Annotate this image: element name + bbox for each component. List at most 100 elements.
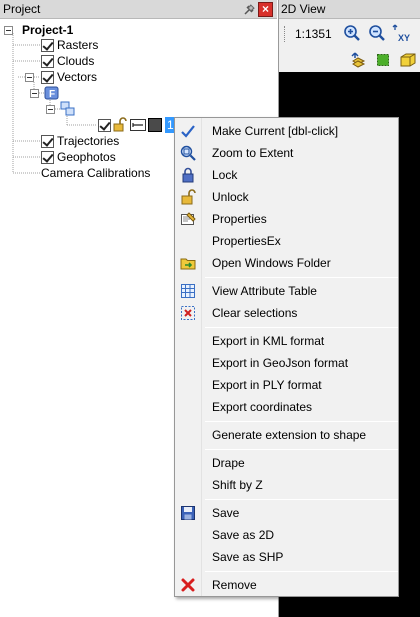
menu-item-view-attribute-table[interactable]: View Attribute Table: [177, 280, 398, 302]
save-icon: [180, 505, 196, 521]
clouds-label[interactable]: Clouds: [57, 53, 94, 69]
layer-up-icon[interactable]: [348, 50, 368, 70]
zoom-out-icon[interactable]: [367, 23, 387, 43]
tree-item-clouds[interactable]: Clouds: [41, 53, 94, 69]
menu-item-label: Export in KML format: [212, 334, 325, 348]
yellow-box-icon[interactable]: [398, 50, 418, 70]
layer-color-swatch[interactable]: [148, 118, 162, 132]
menu-item-label: Open Windows Folder: [212, 256, 331, 270]
menu-item-label: Save: [212, 506, 240, 520]
menu-item-label: Remove: [212, 578, 257, 592]
project-panel-header: Project ×: [0, 0, 277, 19]
menu-item-export-geojson[interactable]: Export in GeoJson format: [177, 352, 398, 374]
rasters-checkbox[interactable]: [41, 38, 54, 52]
trajectories-label[interactable]: Trajectories: [57, 133, 119, 149]
close-icon[interactable]: ×: [258, 2, 273, 17]
vectors-label[interactable]: Vectors: [57, 69, 97, 85]
menu-item-properties[interactable]: Properties: [177, 208, 398, 230]
tree-item-selected-layer[interactable]: 1: [98, 117, 183, 133]
menu-item-export-ply[interactable]: Export in PLY format: [177, 374, 398, 396]
menu-item-save[interactable]: Save: [177, 502, 398, 524]
menu-item-shift-by-z[interactable]: Shift by Z: [177, 474, 398, 496]
menu-item-zoom-to-extent[interactable]: Zoom to Extent: [177, 142, 398, 164]
menu-separator: [205, 449, 398, 450]
tree-item-trajectories[interactable]: Trajectories: [41, 133, 119, 149]
menu-item-properties-ex[interactable]: PropertiesEx: [177, 230, 398, 252]
toolbar-grip: [284, 26, 286, 42]
menu-item-open-windows-folder[interactable]: Open Windows Folder: [177, 252, 398, 274]
scale-readout: 1:1351: [295, 27, 332, 41]
line-layer-icon: [130, 117, 146, 133]
menu-separator: [205, 277, 398, 278]
svg-text:F: F: [49, 89, 55, 100]
view-toolbar-top: 1:1351 XY: [279, 20, 420, 47]
menu-item-label: Properties: [212, 212, 267, 226]
menu-item-label: Export in PLY format: [212, 378, 322, 392]
menu-item-label: Drape: [212, 456, 245, 470]
zoom-in-icon[interactable]: [342, 23, 362, 43]
tree-item-vectors[interactable]: Vectors: [25, 69, 97, 85]
collapse-folder-toggle[interactable]: [30, 88, 39, 98]
menu-item-drape[interactable]: Drape: [177, 452, 398, 474]
rasters-label[interactable]: Rasters: [57, 37, 98, 53]
menu-item-remove[interactable]: Remove: [177, 574, 398, 596]
menu-item-label: PropertiesEx: [212, 234, 281, 248]
menu-item-unlock[interactable]: Unlock: [177, 186, 398, 208]
view-toolbar-bottom: [279, 48, 420, 72]
layer-checkbox[interactable]: [98, 118, 111, 132]
view-2d-header: 2D View: [279, 0, 420, 19]
vector-folder-icon: F: [44, 85, 60, 101]
unlock-icon: [112, 117, 128, 133]
collapse-vectors-toggle[interactable]: [25, 72, 34, 82]
tree-item-geophotos[interactable]: Geophotos: [41, 149, 116, 165]
lock-icon: [180, 167, 196, 183]
view-2d-title: 2D View: [281, 2, 326, 16]
menu-item-label: View Attribute Table: [212, 284, 317, 298]
menu-separator: [205, 421, 398, 422]
menu-item-label: Export in GeoJson format: [212, 356, 349, 370]
tree-item-layer-group[interactable]: [46, 101, 76, 117]
vectors-checkbox[interactable]: [41, 70, 54, 84]
properties-icon: [180, 211, 196, 227]
remove-icon: [180, 577, 196, 593]
tree-root-label[interactable]: Project-1: [22, 22, 73, 38]
clouds-checkbox[interactable]: [41, 54, 54, 68]
layer-group-icon: [60, 101, 76, 117]
project-panel-title: Project: [3, 2, 41, 16]
clear-selection-icon: [180, 305, 196, 321]
menu-item-generate-extension[interactable]: Generate extension to shape: [177, 424, 398, 446]
menu-item-make-current[interactable]: Make Current [dbl-click]: [177, 120, 398, 142]
menu-item-clear-selections[interactable]: Clear selections: [177, 302, 398, 324]
xy-icon[interactable]: XY: [392, 23, 412, 43]
camera-calibrations-label[interactable]: Camera Calibrations: [41, 165, 150, 181]
checkmark-icon: [180, 123, 196, 139]
table-icon: [180, 283, 196, 299]
green-square-icon[interactable]: [373, 50, 393, 70]
trajectories-checkbox[interactable]: [41, 134, 54, 148]
menu-separator: [205, 499, 398, 500]
menu-item-lock[interactable]: Lock: [177, 164, 398, 186]
layer-context-menu: Make Current [dbl-click] Zoom to Extent …: [174, 117, 399, 597]
collapse-root-toggle[interactable]: [4, 25, 13, 35]
zoom-extent-icon: [180, 145, 196, 161]
menu-item-export-coordinates[interactable]: Export coordinates: [177, 396, 398, 418]
menu-item-save-as-shp[interactable]: Save as SHP: [177, 546, 398, 568]
tree-item-rasters[interactable]: Rasters: [41, 37, 98, 53]
menu-item-label: Make Current [dbl-click]: [212, 124, 339, 138]
menu-item-label: Export coordinates: [212, 400, 313, 414]
menu-item-label: Lock: [212, 168, 238, 182]
menu-item-label: Shift by Z: [212, 478, 263, 492]
unlock-icon: [180, 189, 196, 205]
tree-root-row: Project-1: [4, 22, 73, 38]
menu-item-export-kml[interactable]: Export in KML format: [177, 330, 398, 352]
menu-separator: [205, 571, 398, 572]
tree-item-camera-calibrations[interactable]: Camera Calibrations: [41, 165, 150, 181]
collapse-group-toggle[interactable]: [46, 104, 55, 114]
geophotos-label[interactable]: Geophotos: [57, 149, 116, 165]
menu-item-save-as-2d[interactable]: Save as 2D: [177, 524, 398, 546]
pin-icon[interactable]: [241, 2, 256, 17]
tree-item-vector-folder[interactable]: F: [30, 85, 60, 101]
folder-icon: [180, 255, 196, 271]
menu-separator: [205, 327, 398, 328]
geophotos-checkbox[interactable]: [41, 150, 54, 164]
